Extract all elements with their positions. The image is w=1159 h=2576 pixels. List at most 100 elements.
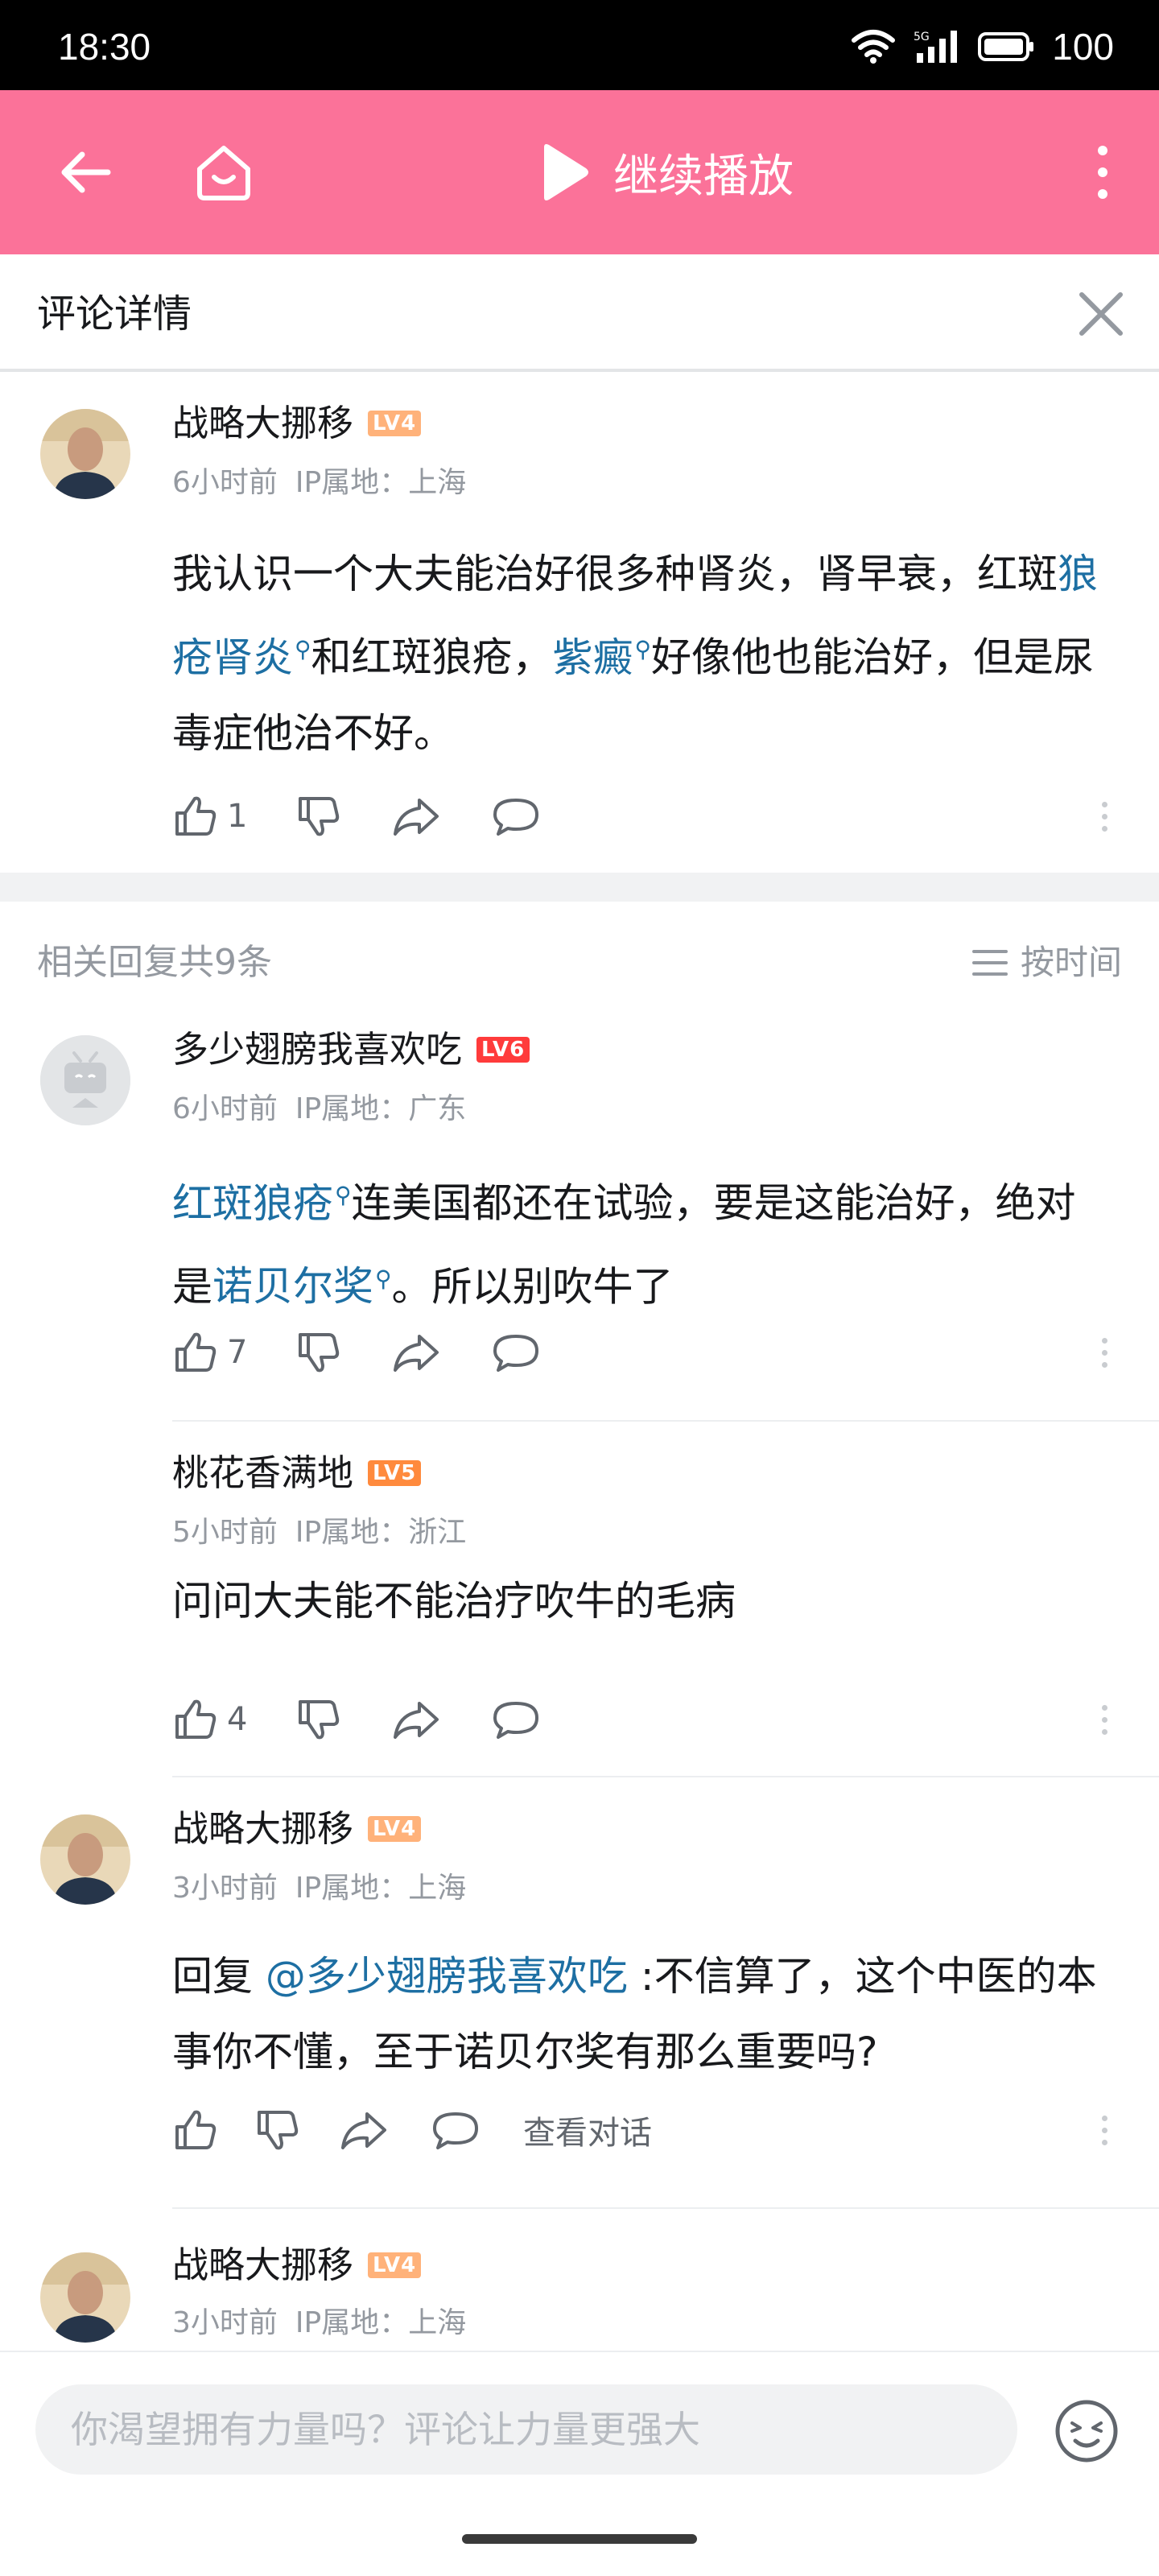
like-count: 1 xyxy=(227,798,248,835)
status-indicators: 5G 100 xyxy=(851,23,1114,71)
continue-playing-label: 继续播放 xyxy=(613,150,794,203)
username: 战略大挪移 xyxy=(172,2244,354,2286)
reply-bubble-icon xyxy=(493,1335,539,1372)
level-badge: LV6 xyxy=(476,1037,530,1063)
comment-more-button[interactable] xyxy=(1095,2106,1114,2154)
svg-text:5G: 5G xyxy=(914,31,930,43)
reply-item: 战略大挪移 LV4 3小时前 IP属地：上海 xyxy=(0,2209,1159,2351)
avatar[interactable] xyxy=(40,409,130,499)
comment-text: 我认识一个大夫能治好很多种肾炎，肾早衰，红斑狼疮肾炎⚲和红斑狼疮，紫癜⚲好像他也… xyxy=(172,536,1106,771)
reply-prefix: 回复 xyxy=(172,1953,266,2000)
comment-text: 回复 @多少翅膀我喜欢吃 :不信算了，这个中医的本事你不懂，至于诺贝尔奖有那么重… xyxy=(172,1938,1106,2090)
dislike-button[interactable] xyxy=(254,2107,299,2153)
level-badge: LV5 xyxy=(368,1460,422,1486)
like-button[interactable]: 7 xyxy=(172,1330,247,1375)
comment-time: 3小时前 xyxy=(172,1872,278,1905)
search-mini-icon: ⚲ xyxy=(335,1182,352,1208)
like-button[interactable] xyxy=(172,2107,217,2153)
comment-more-button[interactable] xyxy=(1095,1695,1114,1744)
comment-text: 问问大夫能不能治疗吹牛的毛病 xyxy=(172,1578,736,1624)
reply-button[interactable] xyxy=(492,1330,540,1375)
comment-text: 红斑狼疮⚲连美国都还在试验，要是这能治好，绝对是诺贝尔奖⚲。所以别吹牛了 xyxy=(172,1158,1106,1324)
comment-detail-header: 评论详情 xyxy=(0,254,1159,372)
comment-input[interactable] xyxy=(35,2384,1017,2475)
comment-ip: IP属地：上海 xyxy=(295,2306,467,2339)
like-button[interactable]: 1 xyxy=(172,794,247,839)
more-options-button[interactable] xyxy=(1079,90,1127,254)
comment-actions: 1 xyxy=(172,792,540,840)
battery-icon xyxy=(978,32,1034,61)
thumb-up-icon xyxy=(175,1332,217,1372)
keyword-link[interactable]: 紫癜⚲ xyxy=(553,634,652,681)
like-count: 4 xyxy=(227,1701,248,1738)
comment-author[interactable]: 多少翅膀我喜欢吃 LV6 xyxy=(172,1026,530,1074)
reply-button[interactable] xyxy=(492,1697,540,1742)
share-icon xyxy=(394,1702,439,1739)
avatar[interactable] xyxy=(40,2252,130,2343)
status-time: 18:30 xyxy=(58,26,151,68)
continue-playing-button[interactable]: 继续播放 xyxy=(538,90,794,254)
comment-ip: IP属地：广东 xyxy=(295,1092,467,1125)
username: 战略大挪移 xyxy=(172,402,354,444)
dislike-button[interactable] xyxy=(295,1697,340,1742)
close-icon xyxy=(1079,292,1123,336)
keyword-text: 紫癜 xyxy=(552,634,633,681)
search-mini-icon: ⚲ xyxy=(375,1265,392,1292)
comment-ip: IP属地：上海 xyxy=(295,1872,467,1905)
level-badge: LV4 xyxy=(368,1816,422,1842)
avatar[interactable] xyxy=(40,1814,130,1905)
keyword-link[interactable]: 红斑狼疮⚲ xyxy=(172,1180,352,1227)
comment-time: 3小时前 xyxy=(172,2306,278,2339)
avatar[interactable] xyxy=(40,1459,130,1549)
dislike-button[interactable] xyxy=(295,1330,340,1375)
wifi-icon xyxy=(852,30,896,64)
back-button[interactable] xyxy=(48,90,121,254)
view-dialog-button[interactable]: 查看对话 xyxy=(523,2107,652,2153)
comment-time: 5小时前 xyxy=(172,1516,278,1549)
share-icon xyxy=(394,1335,439,1372)
comment-more-button[interactable] xyxy=(1095,792,1114,840)
sort-label: 按时间 xyxy=(1020,943,1122,982)
close-button[interactable] xyxy=(1075,288,1127,340)
thumb-down-icon xyxy=(258,2111,299,2150)
mention-link[interactable]: @多少翅膀我喜欢吃 xyxy=(266,1953,628,2000)
comment-author[interactable]: 战略大挪移 LV4 xyxy=(172,2241,422,2289)
avatar[interactable] xyxy=(40,1035,130,1125)
comment-actions: 查看对话 xyxy=(172,2106,652,2154)
keyword-text: 红斑狼疮 xyxy=(172,1179,333,1227)
share-button[interactable] xyxy=(392,1330,440,1375)
back-arrow-icon xyxy=(61,151,111,193)
page-title: 评论详情 xyxy=(37,291,192,336)
main-comment: 战略大挪移 LV4 6小时前 IP属地：上海 我认识一个大夫能治好很多种肾炎，肾早… xyxy=(0,372,1159,873)
dislike-button[interactable] xyxy=(295,794,340,839)
comment-author[interactable]: 战略大挪移 LV4 xyxy=(172,1805,422,1853)
like-count: 7 xyxy=(227,1334,248,1371)
reply-item: 战略大挪移 LV4 3小时前 IP属地：上海 回复 @多少翅膀我喜欢吃 :不信算了… xyxy=(0,1777,1159,2209)
play-icon xyxy=(544,144,588,200)
home-button[interactable] xyxy=(185,90,262,254)
comment-composer xyxy=(0,2351,1159,2512)
comment-more-button[interactable] xyxy=(1095,1328,1114,1377)
share-button[interactable] xyxy=(340,2107,388,2153)
comment-meta: 3小时前 IP属地：上海 xyxy=(172,1869,466,1908)
comment-time: 6小时前 xyxy=(172,466,278,499)
reply-button[interactable] xyxy=(431,2107,480,2153)
text-segment: 。所以别吹牛了 xyxy=(391,1263,674,1311)
emoji-button[interactable] xyxy=(1053,2397,1120,2465)
sort-lines-icon xyxy=(971,950,1008,976)
keyword-text: 诺贝尔奖 xyxy=(212,1263,373,1311)
username: 多少翅膀我喜欢吃 xyxy=(172,1028,463,1071)
comment-time: 6小时前 xyxy=(172,1092,278,1125)
share-button[interactable] xyxy=(392,794,440,839)
share-button[interactable] xyxy=(392,1697,440,1742)
reply-bubble-icon xyxy=(433,2112,478,2149)
sort-button[interactable]: 按时间 xyxy=(971,940,1122,985)
keyword-link[interactable]: 诺贝尔奖⚲ xyxy=(212,1263,392,1310)
comment-meta: 5小时前 IP属地：浙江 xyxy=(172,1513,466,1552)
reply-button[interactable] xyxy=(492,794,540,839)
comment-meta: 6小时前 IP属地：上海 xyxy=(172,464,466,502)
view-dialog-label: 查看对话 xyxy=(523,2115,652,2152)
comment-author[interactable]: 桃花香满地 LV5 xyxy=(172,1449,422,1497)
like-button[interactable]: 4 xyxy=(172,1697,247,1742)
comment-author[interactable]: 战略大挪移 LV4 xyxy=(172,399,422,448)
